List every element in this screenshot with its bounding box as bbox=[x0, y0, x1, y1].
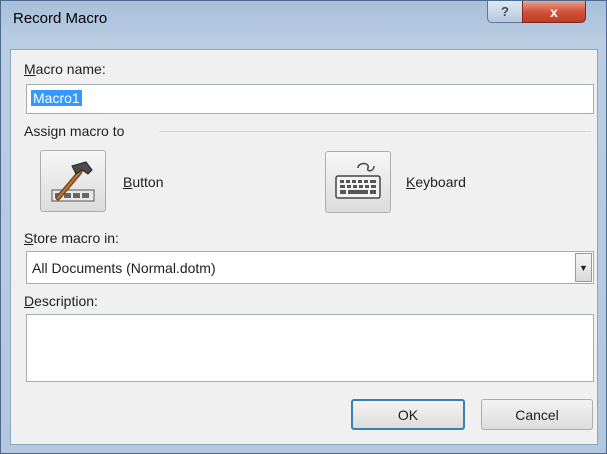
title-bar[interactable]: Record Macro ? x bbox=[1, 1, 606, 39]
help-icon: ? bbox=[501, 4, 509, 19]
group-divider bbox=[159, 131, 591, 132]
dialog-body: Macro name: Macro1 Assign macro to Butto… bbox=[10, 49, 598, 445]
description-label: Description: bbox=[24, 293, 98, 309]
assign-macro-heading: Assign macro to bbox=[24, 123, 125, 139]
macro-name-input[interactable]: Macro1 bbox=[26, 84, 594, 114]
assign-button-label: Button bbox=[123, 174, 164, 190]
macro-name-value: Macro1 bbox=[31, 90, 82, 106]
keyboard-icon bbox=[335, 162, 381, 199]
cancel-button[interactable]: Cancel bbox=[481, 399, 593, 430]
help-button[interactable]: ? bbox=[487, 1, 523, 23]
assign-button-button[interactable] bbox=[40, 150, 106, 212]
close-button[interactable]: x bbox=[522, 1, 586, 23]
macro-name-label: Macro name: bbox=[24, 61, 106, 77]
ok-button[interactable]: OK bbox=[351, 399, 465, 430]
assign-keyboard-button[interactable] bbox=[325, 151, 391, 213]
store-macro-selected: All Documents (Normal.dotm) bbox=[32, 260, 216, 276]
close-icon: x bbox=[550, 3, 558, 20]
assign-keyboard-label: Keyboard bbox=[406, 174, 466, 190]
hammer-toolbar-icon bbox=[51, 161, 95, 202]
dialog-title: Record Macro bbox=[13, 10, 108, 27]
store-macro-dropdown[interactable]: All Documents (Normal.dotm) ▼ bbox=[26, 251, 594, 284]
record-macro-dialog: Record Macro ? x Macro name: Macro1 Assi… bbox=[0, 0, 607, 454]
store-macro-label: Store macro in: bbox=[24, 230, 119, 246]
description-textarea[interactable] bbox=[26, 314, 594, 382]
dropdown-arrow-icon[interactable]: ▼ bbox=[575, 253, 592, 282]
